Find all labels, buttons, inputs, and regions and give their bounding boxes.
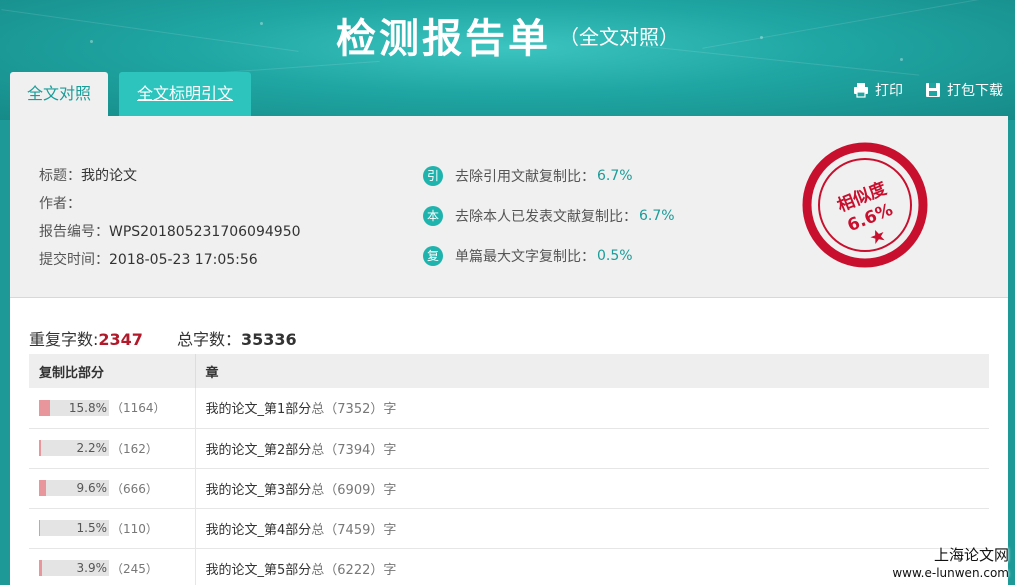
tab-full-text-citations[interactable]: 全文标明引文 xyxy=(119,72,251,116)
ratio-bar: 3.9% xyxy=(39,560,109,576)
section-table: 复制比部分 章 15.8% （1164） 我的论文_第1部分总（7352）字 2.… xyxy=(29,354,989,585)
watermark-url: www.e-lunwen.com xyxy=(892,566,1009,580)
printer-icon xyxy=(854,83,868,98)
similarity-stamp: 相似度 6.6% xyxy=(802,142,928,268)
report-meta: 标题：我的论文 作者： 报告编号：WPS201805231706094950 提… xyxy=(39,162,301,274)
table-row[interactable]: 9.6% （666） 我的论文_第3部分总（6909）字 xyxy=(29,468,989,509)
ratio-bar: 1.5% xyxy=(39,520,109,536)
table-row[interactable]: 15.8% （1164） 我的论文_第1部分总（7352）字 xyxy=(29,388,989,429)
meta-title-value: 我的论文 xyxy=(81,168,137,184)
toolbar: 打印 打包下载 xyxy=(853,80,1003,100)
stat-excl-self-published: 本 去除本人已发表文献复制比： 6.7% xyxy=(423,196,675,236)
meta-report-no-value: WPS201805231706094950 xyxy=(109,224,301,240)
watermark-name: 上海论文网 xyxy=(933,546,1009,564)
stat-value: 6.7% xyxy=(639,208,675,224)
self-icon: 本 xyxy=(423,206,443,226)
table-row[interactable]: 1.5% （110） 我的论文_第4部分总（7459）字 xyxy=(29,508,989,549)
col-header-chapter: 章 xyxy=(195,354,989,388)
ratio-bar: 2.2% xyxy=(39,440,109,456)
meta-author-row: 作者： xyxy=(39,196,81,212)
chapter-link[interactable]: 我的论文_第1部分 xyxy=(206,402,312,417)
total-count: 35336 xyxy=(240,330,297,349)
similarity-stats: 引 去除引用文献复制比： 6.7% 本 去除本人已发表文献复制比： 6.7% 复 单… xyxy=(423,156,675,276)
meta-submit-time-value: 2018-05-23 17:05:56 xyxy=(109,252,258,268)
ratio-bar: 15.8% xyxy=(39,399,109,416)
ratio-bar: 9.6% xyxy=(39,480,109,496)
table-header: 复制比部分 章 xyxy=(29,354,989,388)
meta-report-no-row: 报告编号：WPS201805231706094950 xyxy=(39,224,301,240)
citation-icon: 引 xyxy=(423,166,443,186)
col-header-ratio: 复制比部分 xyxy=(29,354,196,388)
report-title: 检测报告单 xyxy=(336,16,551,62)
stat-excl-citations: 引 去除引用文献复制比： 6.7% xyxy=(423,156,675,196)
download-label: 打包下载 xyxy=(947,83,1003,99)
table-row[interactable]: 2.2% （162） 我的论文_第2部分总（7394）字 xyxy=(29,428,989,469)
chapter-link[interactable]: 我的论文_第3部分 xyxy=(206,483,312,498)
chapter-link[interactable]: 我的论文_第2部分 xyxy=(206,443,312,458)
report-content: 重复字数:2347 总字数：35336 复制比部分 章 15.8% （1164） 我… xyxy=(10,298,1008,585)
copy-icon: 复 xyxy=(423,246,443,266)
chapter-link[interactable]: 我的论文_第4部分 xyxy=(206,523,312,538)
save-icon xyxy=(926,83,940,97)
meta-submit-time-row: 提交时间：2018-05-23 17:05:56 xyxy=(39,252,258,268)
download-button[interactable]: 打包下载 xyxy=(925,80,1003,100)
report-summary: 标题：我的论文 作者： 报告编号：WPS201805231706094950 提… xyxy=(10,116,1008,298)
duplicate-count: 2347 xyxy=(98,330,143,349)
chapter-link[interactable]: 我的论文_第5部分 xyxy=(206,563,312,578)
table-row[interactable]: 3.9% （245） 我的论文_第5部分总（6222）字 xyxy=(29,548,989,585)
print-label: 打印 xyxy=(875,83,903,99)
stat-value: 0.5% xyxy=(597,248,633,264)
site-watermark: 上海论文网 www.e-lunwen.com xyxy=(892,546,1009,582)
print-button[interactable]: 打印 xyxy=(853,80,903,100)
stat-value: 6.7% xyxy=(597,168,633,184)
stat-max-single: 复 单篇最大文字复制比： 0.5% xyxy=(423,236,675,276)
report-subtitle: （全文对照） xyxy=(559,24,679,49)
tab-full-text-compare[interactable]: 全文对照 xyxy=(10,72,108,116)
page-title: 检测报告单 （全文对照） xyxy=(0,6,1015,64)
word-counts: 重复字数:2347 总字数：35336 xyxy=(29,330,297,349)
meta-title-row: 标题：我的论文 xyxy=(39,168,137,184)
